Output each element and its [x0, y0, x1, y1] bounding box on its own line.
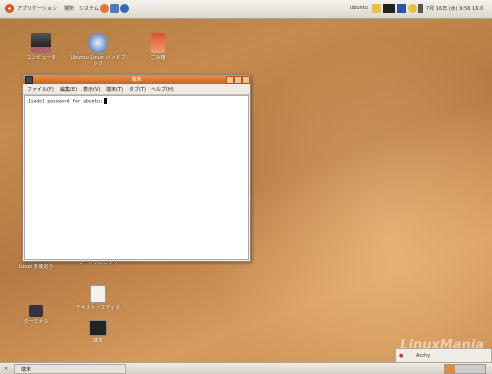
- clock[interactable]: 7月 16日 (水) 9:56 16:0: [426, 5, 483, 12]
- terminal-cursor: [103, 98, 107, 104]
- desktop-icon-label: 端末: [92, 338, 103, 344]
- desktop-icon-label: ターミナル: [23, 319, 49, 325]
- menu-file[interactable]: ファイル(F): [27, 86, 54, 93]
- terminal-body[interactable]: [sudo] password for ubuntu:: [24, 95, 249, 260]
- terminal-prompt: [sudo] password for ubuntu:: [28, 99, 103, 105]
- desktop-icon-trash[interactable]: ごみ箱: [130, 33, 186, 61]
- desktop-icon-label: Ubuntu Linux ハンドブック: [70, 55, 126, 67]
- desktop-icon-label: コンピュータ: [25, 55, 56, 61]
- desktop-icon-label: ごみ箱: [150, 55, 166, 61]
- desktop-icon-label: Linux を使おう: [18, 264, 54, 270]
- terminal-prompt-line: [sudo] password for ubuntu:: [28, 98, 107, 105]
- taskbar-button-terminal[interactable]: 端末: [14, 364, 126, 374]
- help-icon[interactable]: [120, 4, 129, 13]
- workspace-active[interactable]: [445, 365, 455, 373]
- folder-icon[interactable]: [372, 4, 381, 13]
- menu-view[interactable]: 表示(V): [83, 86, 100, 93]
- workspace-switcher[interactable]: [444, 364, 486, 374]
- desktop-icon-label: テキスト・エディタ: [75, 305, 121, 311]
- menu-terminal[interactable]: 端末(T): [106, 86, 123, 93]
- desktop-icon-handbook[interactable]: Ubuntu Linux ハンドブック: [70, 33, 126, 67]
- globe-icon: [88, 33, 108, 53]
- menu-help[interactable]: ヘルプ(H): [151, 86, 174, 93]
- desktop-icon-computer[interactable]: コンピュータ: [13, 33, 69, 61]
- power-icon[interactable]: [408, 4, 417, 13]
- menu-places[interactable]: 場所: [64, 5, 74, 12]
- wallpaper-glow: [210, 40, 492, 370]
- minimize-icon[interactable]: [226, 76, 234, 84]
- menu-tabs[interactable]: タブ(T): [129, 86, 146, 93]
- update-icon[interactable]: [397, 4, 406, 13]
- terminal-icon: [29, 305, 43, 317]
- desktop-icon-terminal[interactable]: 端末: [70, 320, 126, 344]
- mail-icon[interactable]: [110, 4, 119, 13]
- desktop-icon-terminal-launcher[interactable]: ターミナル: [8, 305, 64, 325]
- terminal-menubar: ファイル(F) 編集(E) 表示(V) 端末(T) タブ(T) ヘルプ(H): [23, 84, 250, 95]
- tray-logo-icon[interactable]: ●: [399, 353, 403, 359]
- computer-icon: [31, 33, 51, 53]
- menu-applications[interactable]: アプリケーション: [17, 5, 57, 12]
- terminal-window[interactable]: 端末 ファイル(F) 編集(E) 表示(V) 端末(T) タブ(T) ヘルプ(H…: [22, 74, 251, 262]
- user-name[interactable]: ubuntu: [350, 5, 368, 11]
- menu-edit[interactable]: 編集(E): [60, 86, 77, 93]
- tray-text[interactable]: Archy: [416, 353, 430, 359]
- text-editor-icon: [90, 285, 106, 303]
- volume-icon[interactable]: [418, 4, 423, 13]
- taskbar-label: 端末: [21, 367, 32, 373]
- terminal-title: 端末: [131, 77, 142, 83]
- show-desktop-icon[interactable]: ✕: [4, 366, 8, 372]
- maximize-icon[interactable]: [234, 76, 242, 84]
- terminal-title-bar[interactable]: 端末: [23, 75, 250, 84]
- trash-icon: [151, 33, 165, 53]
- network-icon[interactable]: [383, 4, 395, 13]
- menu-system[interactable]: システム: [79, 5, 99, 12]
- monitor-icon: [89, 320, 107, 336]
- close-icon[interactable]: [242, 76, 250, 84]
- desktop-icon-texteditor[interactable]: テキスト・エディタ: [70, 285, 126, 311]
- ubuntu-logo-icon[interactable]: [5, 4, 14, 13]
- bottom-panel: ✕ 端末: [0, 362, 492, 374]
- top-panel: アプリケーション 場所 システム ubuntu 7月 16日 (水) 9:56 …: [0, 0, 492, 19]
- firefox-icon[interactable]: [100, 4, 109, 13]
